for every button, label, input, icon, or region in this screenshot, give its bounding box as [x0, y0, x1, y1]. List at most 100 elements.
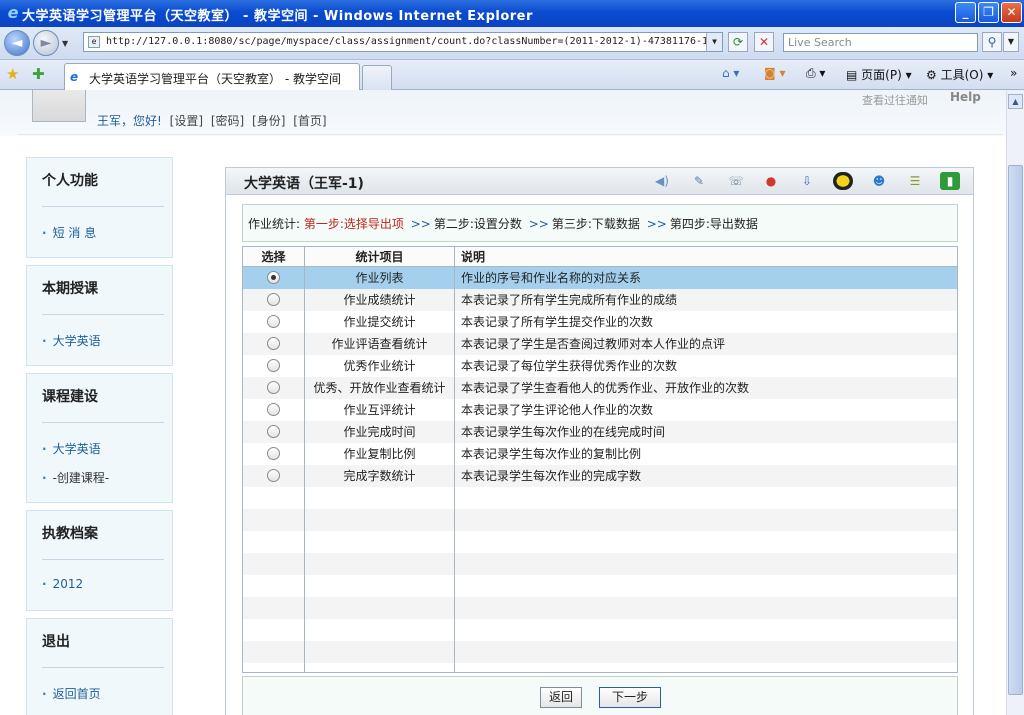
- row-description: 本表记录了学生查看他人的优秀作业、开放作业的次数: [454, 377, 957, 399]
- print-icon[interactable]: ⎙ ▾: [806, 66, 825, 81]
- page-scrollbar[interactable]: ▲: [1006, 90, 1024, 715]
- row-radio[interactable]: [267, 447, 280, 460]
- steps-prefix: 作业统计:: [248, 217, 301, 231]
- address-bar[interactable]: e http://127.0.0.1:8080/sc/page/myspace/…: [83, 32, 723, 52]
- table-row[interactable]: 作业互评统计 本表记录了学生评论他人作业的次数: [243, 399, 957, 421]
- chevron-more-icon[interactable]: »: [1010, 66, 1017, 80]
- sidebar-item-year[interactable]: 2012: [42, 577, 84, 591]
- page-icon: e: [88, 36, 100, 48]
- page-menu[interactable]: ▤ 页面(P) ▾: [846, 66, 912, 83]
- page-menu-icon: ▤: [846, 68, 858, 82]
- row-select-cell: [243, 443, 304, 465]
- row-select-cell: [243, 311, 304, 333]
- row-select-cell: [243, 289, 304, 311]
- table-row[interactable]: 优秀、开放作业查看统计 本表记录了学生查看他人的优秀作业、开放作业的次数: [243, 377, 957, 399]
- settings-link[interactable]: [设置]: [170, 114, 203, 128]
- badge-icon[interactable]: ●: [761, 172, 781, 190]
- favorites-star-icon[interactable]: ★: [6, 65, 19, 83]
- row-radio[interactable]: [267, 359, 280, 372]
- table-row[interactable]: 作业复制比例 本表记录学生每次作业的复制比例: [243, 443, 957, 465]
- add-favorites-icon[interactable]: ✚: [32, 65, 45, 83]
- chat-icon[interactable]: ☏: [726, 172, 746, 190]
- table-row[interactable]: 作业完成时间 本表记录学生每次作业的在线完成时间: [243, 421, 957, 443]
- table-row-empty: [243, 597, 957, 619]
- row-description: 本表记录学生每次作业的复制比例: [454, 443, 957, 465]
- past-notices-link[interactable]: 查看过往通知: [862, 92, 928, 108]
- stop-button[interactable]: ✕: [754, 32, 774, 52]
- row-radio[interactable]: [267, 315, 280, 328]
- tab-ie-icon: e: [70, 70, 79, 84]
- tab-active[interactable]: e 大学英语学习管理平台（天空教室） - 教学空间: [64, 63, 360, 90]
- sidebar-title: 执教档案: [42, 526, 98, 542]
- refresh-button[interactable]: ⟳: [728, 32, 748, 52]
- stats-items-table: 选择 统计项目 说明 作业列表 作业的序号和作业名称的对应关系 作业成绩统计 本表记录…: [242, 246, 958, 673]
- row-select-cell: [243, 267, 304, 289]
- new-tab-button[interactable]: [362, 65, 392, 90]
- row-radio[interactable]: [267, 293, 280, 306]
- identity-link[interactable]: [身份]: [252, 114, 285, 128]
- column-divider: [304, 267, 305, 672]
- search-dropdown-icon[interactable]: ▼: [1003, 32, 1019, 52]
- back-button[interactable]: ◄: [4, 30, 30, 56]
- row-radio[interactable]: [267, 337, 280, 350]
- row-radio[interactable]: [267, 425, 280, 438]
- row-description: 本表记录了学生评论他人作业的次数: [454, 399, 957, 421]
- table-row[interactable]: 作业列表 作业的序号和作业名称的对应关系: [243, 267, 957, 289]
- step-separator: >>: [528, 217, 549, 231]
- table-row-empty: [243, 531, 957, 553]
- table-row[interactable]: 优秀作业统计 本表记录了每位学生获得优秀作业的次数: [243, 355, 957, 377]
- book-icon[interactable]: ▮: [940, 172, 960, 190]
- home-icon[interactable]: ⌂ ▾: [722, 66, 739, 80]
- next-step-button[interactable]: 下一步: [599, 687, 661, 708]
- forward-button[interactable]: ►: [33, 30, 59, 56]
- row-select-cell: [243, 355, 304, 377]
- password-link[interactable]: [密码]: [211, 114, 244, 128]
- row-radio[interactable]: [267, 403, 280, 416]
- speaker-icon[interactable]: ◀): [652, 172, 672, 190]
- tools-menu[interactable]: ⚙ 工具(O) ▾: [926, 66, 993, 83]
- sidebar-item-return-home[interactable]: 返回首页: [42, 685, 101, 702]
- user-greeting: 王军，您好! [设置] [密码] [身份] [首页]: [97, 112, 327, 129]
- gear-icon: ⚙: [926, 68, 937, 82]
- row-description: 作业的序号和作业名称的对应关系: [454, 267, 957, 289]
- sidebar-item-messages[interactable]: 短 消 息: [42, 224, 97, 241]
- sidebar-item-course[interactable]: 大学英语: [42, 440, 101, 457]
- feeds-icon[interactable]: ◙ ▾: [764, 66, 785, 80]
- table-row[interactable]: 作业评语查看统计 本表记录了学生是否查阅过教师对本人作业的点评: [243, 333, 957, 355]
- sidebar-personal: 个人功能 短 消 息: [26, 157, 173, 258]
- scroll-thumb[interactable]: [1008, 165, 1023, 695]
- table-row[interactable]: 作业提交统计 本表记录了所有学生提交作业的次数: [243, 311, 957, 333]
- minimize-button[interactable]: _: [955, 2, 976, 23]
- table-row-empty: [243, 641, 957, 663]
- users-icon[interactable]: ☻: [869, 172, 889, 190]
- history-dropdown-icon[interactable]: ▼: [62, 39, 68, 48]
- column-divider: [454, 267, 455, 672]
- row-item: 作业评语查看统计: [304, 333, 454, 355]
- download-icon[interactable]: ⇩: [797, 172, 817, 190]
- address-dropdown-icon[interactable]: ▼: [706, 33, 722, 51]
- back-step-button[interactable]: 返回: [540, 687, 582, 708]
- notes-icon[interactable]: ☰: [905, 172, 925, 190]
- action-bar: 返回 下一步: [242, 676, 958, 715]
- row-radio[interactable]: [267, 469, 280, 482]
- row-radio[interactable]: [267, 381, 280, 394]
- table-header: 选择 统计项目 说明: [243, 247, 957, 267]
- scroll-up-icon[interactable]: ▲: [1008, 94, 1023, 109]
- search-icon[interactable]: ⚲: [982, 32, 1002, 52]
- help-link[interactable]: Help: [950, 90, 981, 104]
- row-radio[interactable]: [267, 271, 280, 284]
- row-description: 本表记录了学生是否查阅过教师对本人作业的点评: [454, 333, 957, 355]
- sidebar-item-create-course[interactable]: -创建课程-: [42, 469, 110, 486]
- search-input[interactable]: Live Search: [783, 33, 978, 52]
- maximize-button[interactable]: ❐: [978, 2, 999, 23]
- edit-icon[interactable]: ✎: [689, 172, 709, 190]
- sidebar-item-course[interactable]: 大学英语: [42, 332, 101, 349]
- table-row-empty: [243, 553, 957, 575]
- table-row[interactable]: 完成字数统计 本表记录学生每次作业的完成字数: [243, 465, 957, 487]
- home-link[interactable]: [首页]: [293, 114, 326, 128]
- step-1-current: 第一步:选择导出项: [303, 217, 404, 231]
- row-description: 本表记录学生每次作业的完成字数: [454, 465, 957, 487]
- table-row[interactable]: 作业成绩统计 本表记录了所有学生完成所有作业的成绩: [243, 289, 957, 311]
- close-window-button[interactable]: ✕: [1001, 2, 1022, 23]
- radiation-icon[interactable]: [833, 172, 853, 190]
